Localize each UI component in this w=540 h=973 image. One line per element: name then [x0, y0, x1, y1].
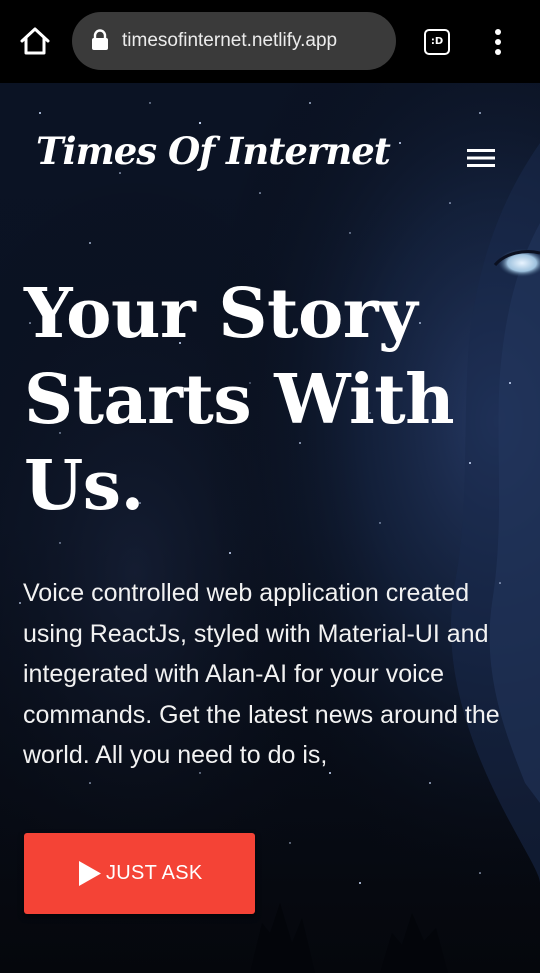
url-text: timesofinternet.netlify.app: [122, 30, 338, 51]
address-bar[interactable]: timesofinternet.netlify.app: [72, 12, 396, 70]
just-ask-button[interactable]: JUST ASK: [24, 833, 255, 914]
kebab-menu-icon[interactable]: [486, 27, 510, 57]
browser-toolbar: timesofinternet.netlify.app :D: [0, 0, 540, 83]
hero-description: Voice controlled web application created…: [23, 579, 500, 769]
hero-heading-line-3: Us.: [24, 446, 144, 526]
lock-icon: [91, 29, 109, 51]
just-ask-label: JUST ASK: [106, 862, 203, 884]
hero-heading-line-1: Your Story: [24, 274, 418, 354]
brand-logo[interactable]: Times Of Internet: [36, 129, 391, 173]
tab-switcher-button[interactable]: :D: [424, 29, 450, 55]
home-icon[interactable]: [18, 24, 52, 58]
hero-section: Times Of Internet Your Story Starts With…: [0, 83, 540, 973]
hero-heading-line-2: Starts With: [24, 360, 455, 440]
hero-heading: Your Story Starts With Us.: [24, 271, 504, 529]
hamburger-menu-icon[interactable]: [466, 146, 496, 170]
play-icon: [78, 860, 102, 887]
